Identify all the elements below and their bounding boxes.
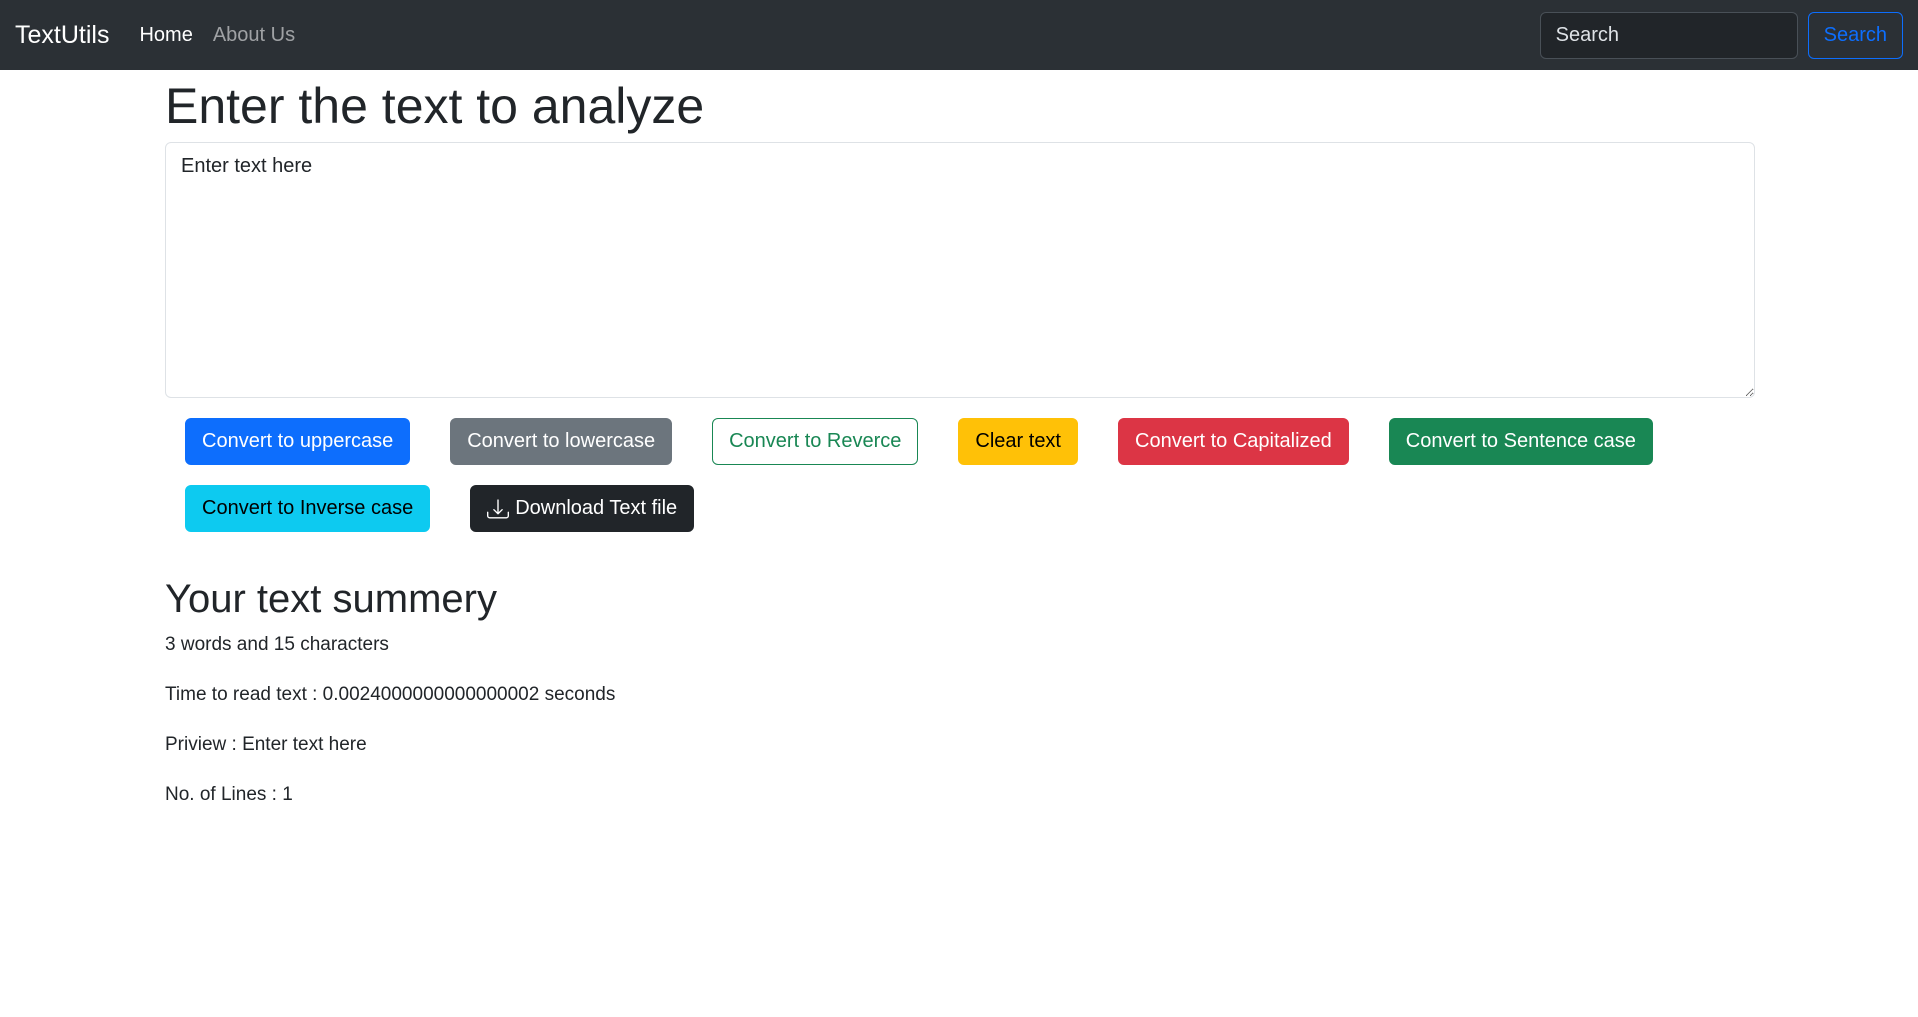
page-title: Enter the text to analyze	[165, 78, 705, 134]
convert-capitalized-button[interactable]: Convert to Capitalized	[1118, 418, 1349, 465]
clear-text-button[interactable]: Clear text	[958, 418, 1078, 465]
text-summary: Your text summery 3 words and 15 charact…	[165, 574, 1755, 810]
action-buttons: Convert to uppercase Convert to lowercas…	[165, 418, 1755, 552]
convert-uppercase-button[interactable]: Convert to uppercase	[185, 418, 411, 465]
search-input[interactable]	[1539, 11, 1798, 59]
summary-title: Your text summery	[165, 577, 497, 621]
line-count: No. of Lines : 1	[165, 784, 293, 805]
nav-link-home[interactable]: Home	[139, 24, 192, 47]
convert-lowercase-button[interactable]: Convert to lowercase	[450, 418, 673, 465]
navbar-search-form: Search	[1539, 11, 1903, 59]
word-character-count: 3 words and 15 characters	[165, 634, 389, 655]
text-preview: Priview : Enter text here	[165, 734, 367, 755]
convert-sentence-case-button[interactable]: Convert to Sentence case	[1388, 418, 1653, 465]
download-button-label: Download Text file	[515, 497, 678, 519]
download-icon	[487, 498, 510, 520]
nav-link-about-us[interactable]: About Us	[213, 24, 295, 47]
convert-inverse-case-button[interactable]: Convert to Inverse case	[185, 485, 431, 532]
download-text-file-button[interactable]: Download Text file	[470, 485, 695, 532]
read-time: Time to read text : 0.002400000000000000…	[165, 684, 616, 705]
main-container: Enter the text to analyze Enter text her…	[165, 70, 1755, 810]
search-button[interactable]: Search	[1807, 11, 1903, 59]
navbar-brand[interactable]: TextUtils	[15, 21, 109, 50]
navbar: TextUtils Home About Us Search	[0, 0, 1918, 70]
text-input-area[interactable]: Enter text here	[165, 142, 1755, 398]
convert-reverse-button[interactable]: Convert to Reverce	[712, 418, 919, 465]
